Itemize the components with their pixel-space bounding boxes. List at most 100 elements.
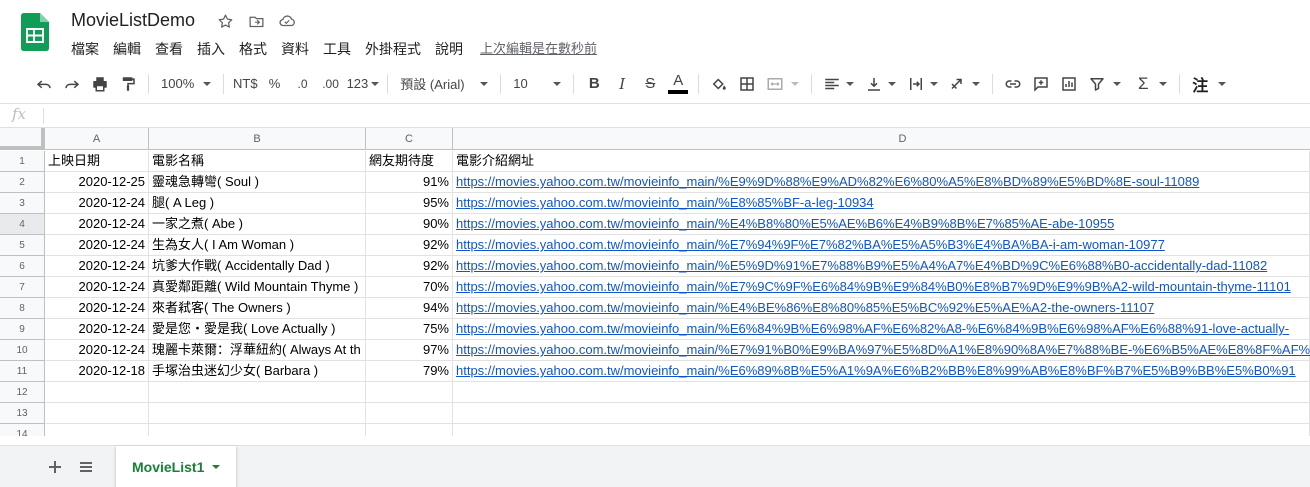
increase-decimal-button[interactable]: .00 — [317, 70, 345, 98]
select-all-corner[interactable] — [0, 128, 45, 150]
row-header[interactable]: 2 — [0, 172, 45, 193]
formula-input[interactable] — [50, 104, 1300, 127]
italic-button[interactable]: I — [608, 70, 636, 98]
row-header[interactable]: 14 — [0, 424, 45, 436]
table-cell[interactable]: 94% — [366, 298, 453, 319]
menu-format[interactable]: 格式 — [232, 38, 274, 60]
url-link-cell[interactable]: https://movies.yahoo.com.tw/movieinfo_ma… — [453, 214, 1310, 235]
table-cell[interactable]: 70% — [366, 277, 453, 298]
url-link-cell[interactable]: https://movies.yahoo.com.tw/movieinfo_ma… — [453, 172, 1310, 193]
fill-color-icon[interactable] — [705, 70, 733, 98]
horizontal-align-icon[interactable] — [818, 70, 846, 98]
redo-icon[interactable] — [58, 70, 86, 98]
insert-comment-icon[interactable] — [1027, 70, 1055, 98]
table-cell[interactable] — [366, 403, 453, 424]
header-cell[interactable]: 上映日期 — [45, 151, 149, 172]
url-link-cell[interactable]: https://movies.yahoo.com.tw/movieinfo_ma… — [453, 340, 1310, 361]
chevron-down-icon[interactable] — [1113, 81, 1122, 86]
col-header-d[interactable]: D — [453, 128, 1310, 150]
functions-icon[interactable]: Σ — [1129, 70, 1157, 98]
row-header[interactable]: 10 — [0, 340, 45, 361]
header-cell[interactable]: 網友期待度 — [366, 151, 453, 172]
row-header[interactable]: 12 — [0, 382, 45, 403]
print-icon[interactable] — [86, 70, 114, 98]
insert-link-icon[interactable] — [999, 70, 1027, 98]
move-to-folder-icon[interactable] — [247, 12, 265, 30]
chevron-down-icon[interactable] — [791, 81, 800, 86]
table-cell[interactable]: 2020-12-24 — [45, 214, 149, 235]
table-cell[interactable]: 2020-12-24 — [45, 235, 149, 256]
header-cell[interactable]: 電影介紹網址 — [453, 151, 1310, 172]
table-cell[interactable] — [453, 382, 1310, 403]
table-cell[interactable]: 2020-12-24 — [45, 319, 149, 340]
menu-help[interactable]: 說明 — [428, 38, 470, 60]
table-cell[interactable]: 95% — [366, 193, 453, 214]
text-wrap-icon[interactable] — [902, 70, 930, 98]
table-cell[interactable]: 真愛鄰距離( Wild Mountain Thyme ) — [149, 277, 366, 298]
table-cell[interactable]: 愛是您・愛是我( Love Actually ) — [149, 319, 366, 340]
star-icon[interactable] — [216, 12, 234, 30]
row-header[interactable]: 8 — [0, 298, 45, 319]
table-cell[interactable]: 79% — [366, 361, 453, 382]
strikethrough-button[interactable]: S — [636, 70, 664, 98]
col-header-c[interactable]: C — [366, 128, 453, 150]
table-cell[interactable]: 坑爹大作戰( Accidentally Dad ) — [149, 256, 366, 277]
chevron-down-icon[interactable] — [212, 464, 221, 469]
currency-format-button[interactable]: NT$ — [230, 70, 261, 98]
font-size-select[interactable]: 10 — [507, 70, 567, 98]
table-cell[interactable]: 2020-12-24 — [45, 256, 149, 277]
row-header[interactable]: 5 — [0, 235, 45, 256]
table-cell[interactable]: 90% — [366, 214, 453, 235]
paint-format-icon[interactable] — [114, 70, 142, 98]
table-cell[interactable] — [366, 382, 453, 403]
table-cell[interactable]: 腿( A Leg ) — [149, 193, 366, 214]
menu-tools[interactable]: 工具 — [316, 38, 358, 60]
borders-icon[interactable] — [733, 70, 761, 98]
menu-data[interactable]: 資料 — [274, 38, 316, 60]
table-cell[interactable]: 2020-12-24 — [45, 277, 149, 298]
text-rotation-icon[interactable] — [944, 70, 972, 98]
col-header-b[interactable]: B — [149, 128, 366, 150]
vertical-align-icon[interactable] — [860, 70, 888, 98]
cloud-status-icon[interactable] — [278, 12, 296, 30]
bold-button[interactable]: B — [580, 70, 608, 98]
table-cell[interactable] — [366, 424, 453, 436]
table-cell[interactable] — [149, 382, 366, 403]
row-header[interactable]: 7 — [0, 277, 45, 298]
table-cell[interactable]: 91% — [366, 172, 453, 193]
table-cell[interactable]: 2020-12-18 — [45, 361, 149, 382]
percent-format-button[interactable]: % — [261, 70, 289, 98]
table-cell[interactable]: 生為女人( I Am Woman ) — [149, 235, 366, 256]
chevron-down-icon[interactable] — [888, 81, 897, 86]
menu-insert[interactable]: 插入 — [190, 38, 232, 60]
filter-icon[interactable] — [1083, 70, 1111, 98]
table-cell[interactable]: 2020-12-25 — [45, 172, 149, 193]
chevron-down-icon[interactable] — [1159, 81, 1168, 86]
table-cell[interactable] — [453, 403, 1310, 424]
url-link-cell[interactable]: https://movies.yahoo.com.tw/movieinfo_ma… — [453, 319, 1310, 340]
table-cell[interactable]: 2020-12-24 — [45, 193, 149, 214]
chevron-down-icon[interactable] — [1218, 81, 1227, 86]
sheet-tab-movielist1[interactable]: MovieList1 — [116, 446, 236, 487]
row-header[interactable]: 11 — [0, 361, 45, 382]
table-cell[interactable]: 75% — [366, 319, 453, 340]
row-header[interactable]: 13 — [0, 403, 45, 424]
last-edit-link[interactable]: 上次編輯是在數秒前 — [480, 38, 597, 60]
table-cell[interactable]: 2020-12-24 — [45, 340, 149, 361]
table-cell[interactable]: 92% — [366, 235, 453, 256]
chevron-down-icon[interactable] — [972, 81, 981, 86]
menu-view[interactable]: 查看 — [148, 38, 190, 60]
merge-cells-icon[interactable] — [761, 70, 789, 98]
table-cell[interactable]: 手塚治虫迷幻少女( Barbara ) — [149, 361, 366, 382]
chevron-down-icon[interactable] — [846, 81, 855, 86]
insert-chart-icon[interactable] — [1055, 70, 1083, 98]
chevron-down-icon[interactable] — [930, 81, 939, 86]
undo-icon[interactable] — [30, 70, 58, 98]
menu-addons[interactable]: 外掛程式 — [358, 38, 428, 60]
table-cell[interactable] — [45, 382, 149, 403]
table-cell[interactable]: 靈魂急轉彎( Soul ) — [149, 172, 366, 193]
table-cell[interactable]: 97% — [366, 340, 453, 361]
col-header-a[interactable]: A — [45, 128, 149, 150]
more-formats-select[interactable]: 123 — [345, 70, 382, 98]
table-cell[interactable] — [45, 424, 149, 436]
